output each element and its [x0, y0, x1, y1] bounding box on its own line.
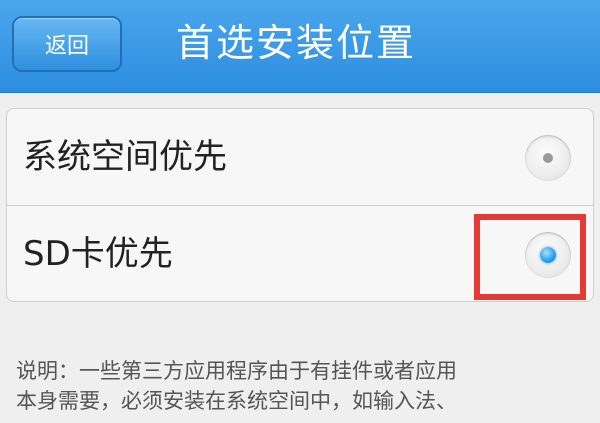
option-label: SD卡优先: [23, 234, 173, 274]
page-title: 首选安装位置: [176, 21, 417, 65]
description-text: 说明：一些第三方应用程序由于有挂件或者应用 本身需要，必须安装在系统空间中，如输…: [16, 356, 590, 416]
radio-button[interactable]: [525, 135, 571, 181]
description-line: 本身需要，必须安装在系统空间中，如输入法、: [16, 389, 457, 413]
title-bar: 返回 首选安装位置: [0, 0, 600, 93]
option-sd-card[interactable]: SD卡优先: [7, 206, 593, 301]
radio-dot-icon: [540, 247, 556, 263]
description-line: 说明：一些第三方应用程序由于有挂件或者应用: [16, 359, 457, 383]
radio-button-selected[interactable]: [525, 232, 571, 278]
radio-dot-icon: [543, 153, 553, 163]
back-button[interactable]: 返回: [12, 16, 122, 72]
option-system-space[interactable]: 系统空间优先: [7, 109, 593, 206]
install-location-options: 系统空间优先 SD卡优先: [6, 108, 594, 302]
option-label: 系统空间优先: [23, 137, 227, 177]
